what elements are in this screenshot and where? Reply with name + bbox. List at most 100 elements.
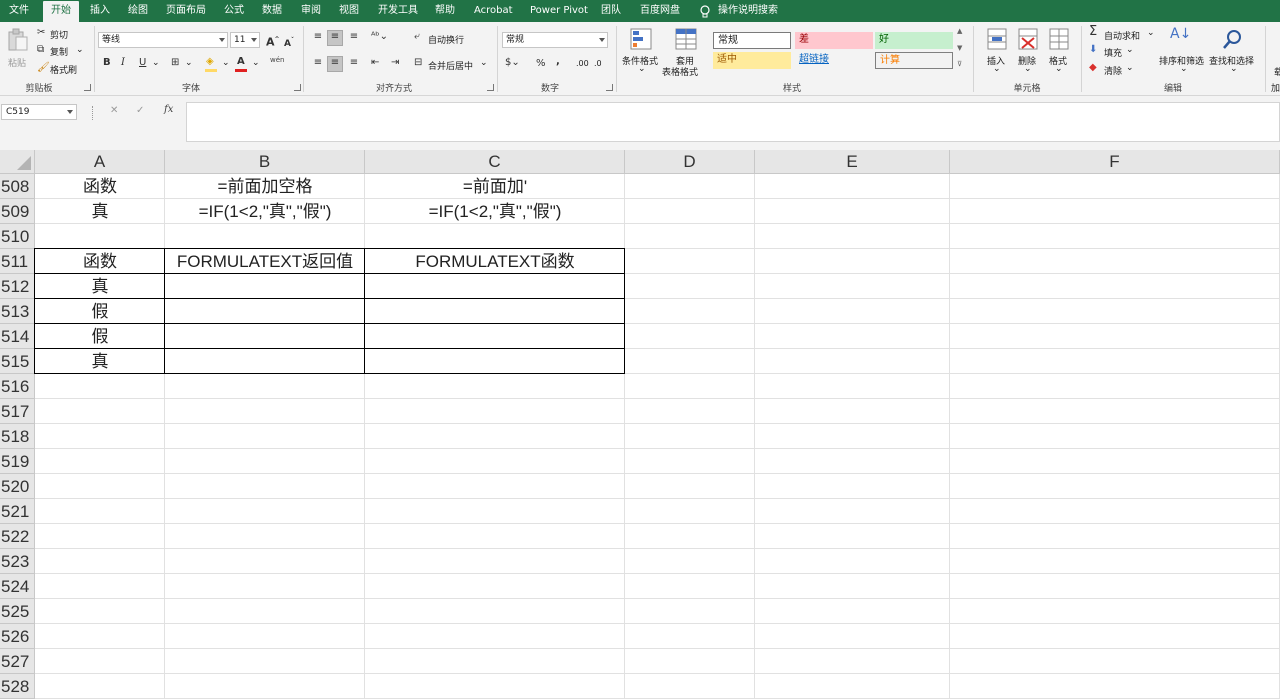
accounting-format-icon[interactable]: $⌄: [505, 57, 520, 69]
copy-dropdown-icon[interactable]: ⌄: [76, 45, 84, 55]
row-header[interactable]: 509: [0, 199, 35, 224]
column-header-c[interactable]: C: [365, 150, 625, 174]
worksheet-grid[interactable]: A B C D E F 508 509 510 511 512 513 514 515 516 517 518 5…: [0, 150, 1280, 699]
row-header[interactable]: 508: [0, 174, 35, 199]
row-header[interactable]: 515: [0, 349, 35, 374]
format-as-table-button[interactable]: 套用 表格格式: [662, 26, 710, 78]
sort-filter-button[interactable]: A↓ 排序和筛选 ⌄: [1158, 26, 1208, 78]
menu-tab[interactable]: 页面布局: [166, 0, 206, 22]
clear-button[interactable]: 清除: [1104, 64, 1122, 77]
row-header[interactable]: 528: [0, 674, 35, 699]
copy-button[interactable]: 复制: [50, 45, 68, 58]
align-center-icon[interactable]: ≡: [327, 56, 343, 72]
name-box[interactable]: C519: [1, 104, 77, 120]
formula-input[interactable]: [186, 102, 1280, 142]
fill-color-dropdown-icon[interactable]: ⌄: [222, 58, 230, 68]
menu-tab[interactable]: 审阅: [301, 0, 321, 22]
cell-style-option[interactable]: 好: [875, 32, 953, 49]
menu-tab[interactable]: 百度网盘: [640, 0, 680, 22]
cell-style-option[interactable]: 超链接: [795, 52, 873, 69]
row-header[interactable]: 516: [0, 374, 35, 399]
row-header[interactable]: 510: [0, 224, 35, 249]
autosum-button[interactable]: 自动求和: [1104, 29, 1140, 42]
column-header-b[interactable]: B: [165, 150, 365, 174]
row-header[interactable]: 511: [0, 249, 35, 274]
cell-style-option[interactable]: 差: [795, 32, 873, 49]
row-header[interactable]: 523: [0, 549, 35, 574]
font-color-button[interactable]: A: [237, 56, 245, 68]
font-color-dropdown-icon[interactable]: ⌄: [252, 58, 260, 68]
font-name-select[interactable]: 等线: [98, 32, 228, 48]
fill-button[interactable]: 填充: [1104, 46, 1122, 59]
cell-style-option[interactable]: 常规: [713, 32, 791, 49]
column-header-a[interactable]: A: [35, 150, 165, 174]
menu-tab[interactable]: Power Pivot: [530, 0, 588, 22]
select-all-button[interactable]: [0, 150, 35, 174]
row-header[interactable]: 513: [0, 299, 35, 324]
increase-decimal-button[interactable]: .00: [576, 59, 589, 68]
alignment-launcher-icon[interactable]: [487, 84, 494, 91]
align-middle-icon[interactable]: ≡: [327, 30, 343, 46]
row-header[interactable]: 521: [0, 499, 35, 524]
find-select-button[interactable]: 查找和选择 ⌄: [1208, 26, 1258, 78]
row-header[interactable]: 524: [0, 574, 35, 599]
merge-center-button[interactable]: 合并后居中: [428, 59, 473, 72]
grow-font-button[interactable]: A^: [266, 34, 280, 49]
menu-tab[interactable]: 插入: [90, 0, 110, 22]
cell-a512[interactable]: 真: [35, 274, 165, 299]
font-launcher-icon[interactable]: [294, 84, 301, 91]
decrease-decimal-button[interactable]: .0: [594, 59, 602, 68]
decrease-indent-icon[interactable]: ⇤: [371, 57, 379, 69]
cell-a509[interactable]: 真: [35, 199, 165, 224]
align-bottom-icon[interactable]: ≡: [347, 31, 361, 43]
cell-c509[interactable]: =IF(1<2,"真","假"): [365, 199, 625, 224]
cell-a515[interactable]: 真: [35, 349, 165, 374]
column-header-d[interactable]: D: [625, 150, 755, 174]
merge-dropdown-icon[interactable]: ⌄: [480, 58, 488, 68]
italic-button[interactable]: I: [121, 57, 125, 69]
cell-b511[interactable]: FORMULATEXT返回值: [165, 249, 365, 274]
cell-a514[interactable]: 假: [35, 324, 165, 349]
cell-style-option[interactable]: 计算: [875, 52, 953, 69]
delete-cells-button[interactable]: 删除 ⌄: [1014, 26, 1042, 78]
menu-tab[interactable]: 团队: [601, 0, 621, 22]
format-cells-button[interactable]: 格式 ⌄: [1045, 26, 1073, 78]
menu-tab[interactable]: 开发工具: [378, 0, 418, 22]
cell-style-option[interactable]: 适中: [713, 52, 791, 69]
align-top-icon[interactable]: ≡: [311, 31, 325, 43]
underline-dropdown-icon[interactable]: ⌄: [152, 58, 160, 68]
row-header[interactable]: 527: [0, 649, 35, 674]
cell-b509[interactable]: =IF(1<2,"真","假"): [165, 199, 365, 224]
menu-tab[interactable]: 公式: [224, 0, 244, 22]
menu-tab[interactable]: 数据: [262, 0, 282, 22]
row-header[interactable]: 526: [0, 624, 35, 649]
insert-function-icon[interactable]: fx: [164, 104, 173, 115]
menu-tab[interactable]: 文件: [9, 0, 29, 22]
number-launcher-icon[interactable]: [606, 84, 613, 91]
font-size-select[interactable]: 11: [230, 32, 260, 48]
confirm-edit-icon[interactable]: ✓: [136, 105, 144, 116]
cell-a513[interactable]: 假: [35, 299, 165, 324]
orientation-icon[interactable]: ᴬᵇ⌄: [371, 31, 388, 43]
column-header-f[interactable]: F: [950, 150, 1280, 174]
cell-a511[interactable]: 函数: [35, 249, 165, 274]
column-header-e[interactable]: E: [755, 150, 950, 174]
conditional-formatting-button[interactable]: 条件格式 ⌄: [620, 26, 662, 78]
underline-button[interactable]: U: [139, 57, 146, 69]
row-header[interactable]: 514: [0, 324, 35, 349]
insert-cells-button[interactable]: 插入 ⌄: [983, 26, 1011, 78]
number-format-select[interactable]: 常规: [502, 32, 608, 48]
menu-tab[interactable]: 帮助: [435, 0, 455, 22]
fill-dropdown-icon[interactable]: ⌄: [1126, 45, 1134, 55]
row-header[interactable]: 518: [0, 424, 35, 449]
bold-button[interactable]: B: [103, 57, 111, 69]
borders-dropdown-icon[interactable]: ⌄: [185, 58, 193, 68]
increase-indent-icon[interactable]: ⇥: [391, 57, 399, 69]
row-header[interactable]: 520: [0, 474, 35, 499]
autosum-dropdown-icon[interactable]: ⌄: [1147, 28, 1155, 38]
tell-me-search[interactable]: 操作说明搜索: [718, 0, 778, 22]
format-painter-button[interactable]: 格式刷: [50, 63, 77, 76]
cell-a508[interactable]: 函数: [35, 174, 165, 199]
shrink-font-button[interactable]: Aˇ: [284, 35, 294, 50]
cut-button[interactable]: 剪切: [50, 28, 68, 41]
